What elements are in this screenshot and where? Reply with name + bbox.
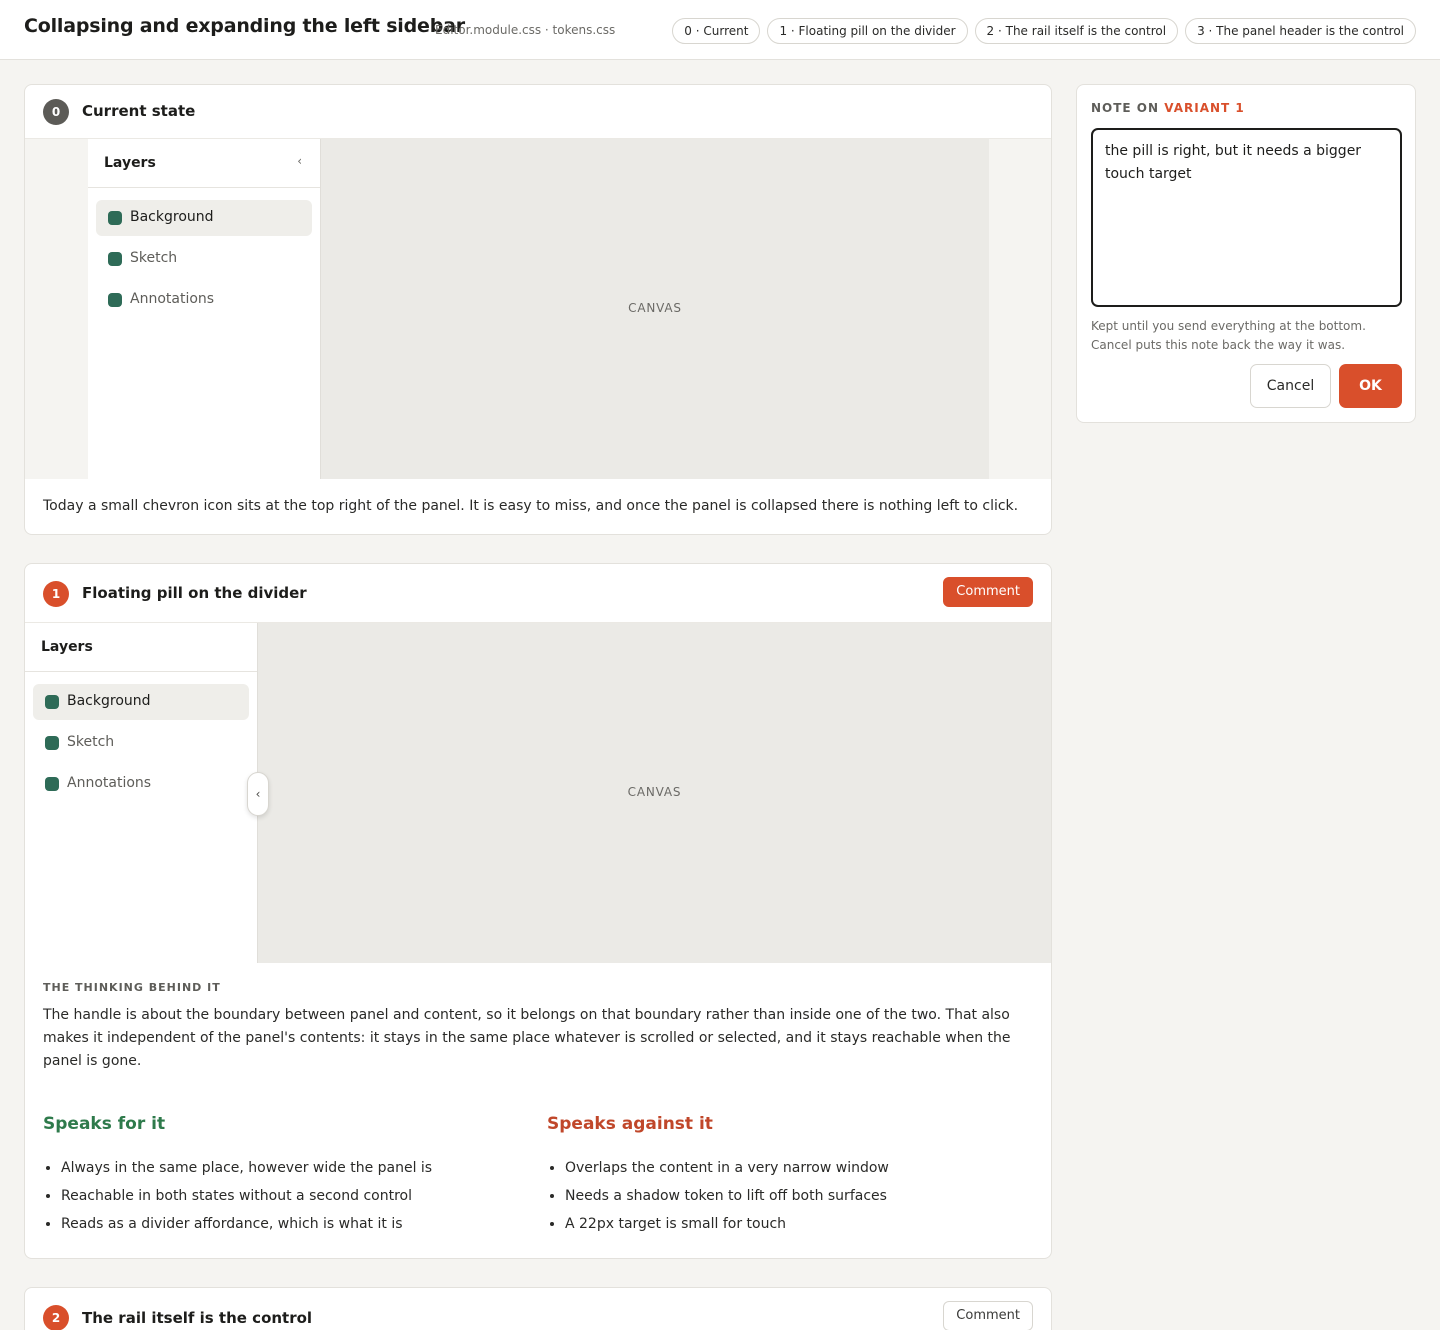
layer-label: Annotations xyxy=(130,291,215,307)
canvas-area: CANVAS xyxy=(321,139,989,479)
variant-rationale: The handle is about the boundary between… xyxy=(43,1007,1011,1069)
layer-item[interactable]: Annotations xyxy=(33,766,249,802)
variant-title: Current state xyxy=(82,102,196,120)
variant-description: Today a small chevron icon sits at the t… xyxy=(43,498,1019,514)
variant-chip-3[interactable]: 3 · The panel header is the control xyxy=(1185,18,1416,44)
canvas-label: CANVAS xyxy=(627,785,682,799)
variant-nav: 0 · Current 1 · Floating pill on the div… xyxy=(672,18,1416,44)
variant-card-0: 0 Current state Layers ‹ Background Sket… xyxy=(24,84,1052,535)
con-item: A 22px target is small for touch xyxy=(565,1210,1017,1238)
layer-color-swatch xyxy=(108,293,122,307)
pro-item: Reachable in both states without a secon… xyxy=(61,1182,513,1210)
note-hint: Kept until you send everything at the bo… xyxy=(1091,319,1366,352)
variant-number-badge: 1 xyxy=(43,581,69,607)
pros-heading: Speaks for it xyxy=(43,1114,166,1134)
canvas-area: CANVAS xyxy=(258,623,1051,963)
layer-label: Sketch xyxy=(67,734,115,750)
card-header: 0 Current state xyxy=(25,85,1051,139)
layer-item[interactable]: Background xyxy=(96,200,312,236)
pro-item: Always in the same place, however wide t… xyxy=(61,1154,513,1182)
comment-button[interactable]: Comment xyxy=(943,577,1033,607)
page-title: Collapsing and expanding the left sideba… xyxy=(24,15,465,37)
panel-title: Layers xyxy=(104,155,156,171)
mockup-preview: Layers ‹ Background Sketch Annotations C… xyxy=(25,139,1051,479)
layer-color-swatch xyxy=(45,777,59,791)
layer-label: Annotations xyxy=(67,775,152,791)
chevron-left-icon[interactable]: ‹ xyxy=(297,154,302,168)
panel-header: Layers ‹ xyxy=(88,139,320,188)
variant-chip-1[interactable]: 1 · Floating pill on the divider xyxy=(767,18,968,44)
canvas-label: CANVAS xyxy=(628,301,682,315)
cons-column: Speaks against it Overlaps the content i… xyxy=(547,1114,1017,1238)
variant-number-badge: 2 xyxy=(43,1305,69,1330)
pros-column: Speaks for it Always in the same place, … xyxy=(43,1114,513,1238)
variant-title: Floating pill on the divider xyxy=(82,584,307,602)
layer-item[interactable]: Sketch xyxy=(33,725,249,761)
variant-chip-0[interactable]: 0 · Current xyxy=(672,18,761,44)
mockup-preview: Layers Background Sketch Annotations CAN… xyxy=(25,623,1051,963)
layers-panel: Layers Background Sketch Annotations xyxy=(25,623,258,963)
cons-heading: Speaks against it xyxy=(547,1114,713,1134)
con-item: Overlaps the content in a very narrow wi… xyxy=(565,1154,1017,1182)
variant-chip-2[interactable]: 2 · The rail itself is the control xyxy=(974,18,1179,44)
card-header: 2 The rail itself is the control Comment xyxy=(25,1288,1051,1330)
layer-label: Sketch xyxy=(130,250,178,266)
note-heading: NOTE ON VARIANT 1 xyxy=(1091,101,1245,115)
collapse-pill-handle[interactable]: ‹ xyxy=(247,772,269,816)
card-header: 1 Floating pill on the divider Comment xyxy=(25,564,1051,623)
ok-button[interactable]: OK xyxy=(1339,364,1402,408)
chevron-left-icon: ‹ xyxy=(255,787,261,801)
panel-title: Layers xyxy=(41,639,93,655)
variant-number-badge: 0 xyxy=(43,99,69,125)
pros-cons: Speaks for it Always in the same place, … xyxy=(43,1114,1033,1244)
layer-label: Background xyxy=(67,693,151,709)
layer-label: Background xyxy=(130,209,214,225)
con-item: Needs a shadow token to lift off both su… xyxy=(565,1182,1017,1210)
comment-button[interactable]: Comment xyxy=(943,1301,1033,1330)
variant-card-2: 2 The rail itself is the control Comment xyxy=(24,1287,1052,1330)
layer-color-swatch xyxy=(45,695,59,709)
variant-title: The rail itself is the control xyxy=(82,1309,313,1327)
layer-item[interactable]: Background xyxy=(33,684,249,720)
cancel-button[interactable]: Cancel xyxy=(1250,364,1331,408)
note-heading-variant: VARIANT 1 xyxy=(1164,101,1245,115)
layers-panel: Layers ‹ Background Sketch Annotations xyxy=(88,139,321,479)
layer-color-swatch xyxy=(45,736,59,750)
note-heading-prefix: NOTE ON xyxy=(1091,101,1160,115)
layer-item[interactable]: Annotations xyxy=(96,282,312,318)
layer-color-swatch xyxy=(108,252,122,266)
pro-item: Reads as a divider affordance, which is … xyxy=(61,1210,513,1238)
top-bar: Collapsing and expanding the left sideba… xyxy=(0,0,1440,60)
note-textarea[interactable]: the pill is right, but it needs a bigger… xyxy=(1091,128,1402,307)
note-panel: NOTE ON VARIANT 1 the pill is right, but… xyxy=(1076,84,1416,423)
file-list: Editor.module.css · tokens.css xyxy=(435,23,616,37)
variant-card-1: 1 Floating pill on the divider Comment L… xyxy=(24,563,1052,1259)
panel-header: Layers xyxy=(25,623,257,672)
layer-item[interactable]: Sketch xyxy=(96,241,312,277)
section-kicker: THE THINKING BEHIND IT xyxy=(43,981,221,994)
layer-color-swatch xyxy=(108,211,122,225)
